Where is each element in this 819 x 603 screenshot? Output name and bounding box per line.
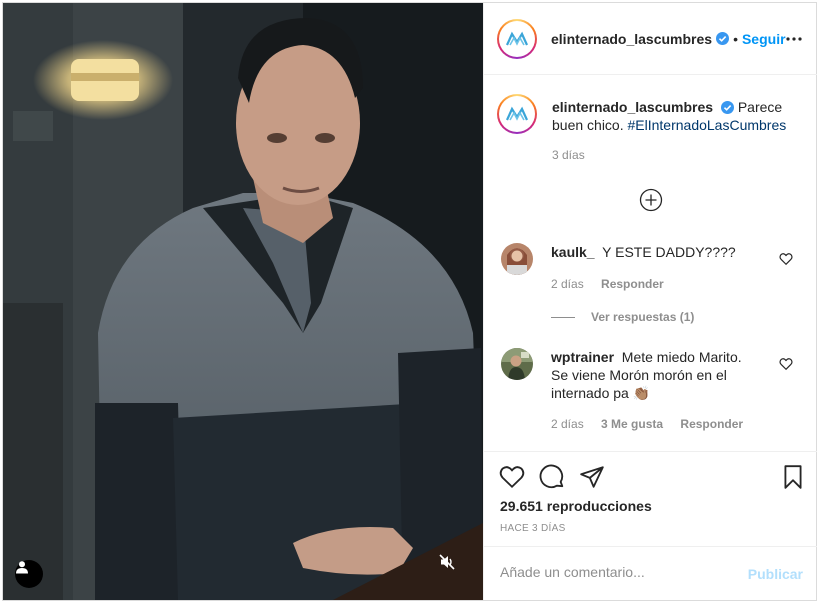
post-video[interactable] (3, 3, 483, 600)
caption-timestamp: 3 días (552, 148, 585, 162)
bookmark-icon[interactable] (780, 464, 806, 490)
clapping-emoji: 👏🏽 (632, 385, 651, 401)
user-tag-icon (16, 561, 28, 574)
publish-button[interactable]: Publicar (748, 566, 803, 582)
load-more-comments-icon[interactable] (639, 188, 663, 212)
mute-button[interactable] (439, 554, 463, 578)
add-comment-bar: Publicar (484, 546, 817, 600)
heart-icon[interactable] (499, 464, 525, 490)
more-options-icon[interactable] (785, 30, 803, 48)
caption-text: elinternado_lascumbres Parece buen chico… (552, 98, 802, 134)
comments-section[interactable]: elinternado_lascumbres Parece buen chico… (484, 76, 817, 450)
comment-text: wptrainer Mete miedo Marito. Se viene Mo… (551, 348, 761, 402)
heart-icon[interactable] (779, 357, 793, 371)
comment-username[interactable]: kaulk_ (551, 244, 595, 260)
brand-logo-icon (506, 31, 528, 46)
reply-button[interactable]: Responder (601, 277, 664, 291)
post-author-username[interactable]: elinternado_lascumbres (551, 31, 712, 47)
comment-username[interactable]: wptrainer (551, 349, 614, 365)
view-count[interactable]: 29.651 reproducciones (500, 498, 652, 514)
reply-button[interactable]: Responder (680, 417, 743, 431)
verified-badge-icon (720, 101, 734, 114)
avatar-image (501, 348, 533, 380)
commenter-avatar[interactable] (501, 348, 533, 380)
follow-button[interactable]: Seguir (742, 31, 786, 47)
post-details-panel: elinternado_lascumbres • Seguir elintern… (483, 3, 817, 600)
verified-badge-icon (716, 32, 730, 45)
avatar-image (501, 243, 533, 275)
caption-hashtag[interactable]: #ElInternadoLasCumbres (628, 117, 787, 133)
view-replies-button[interactable]: Ver respuestas (1) (551, 310, 694, 324)
video-frame-image (3, 3, 483, 600)
comment-meta: 2 días 3 Me gusta Responder (551, 417, 757, 431)
comment-body: Y ESTE DADDY???? (602, 244, 736, 260)
comment-meta: 2 días Responder (551, 277, 678, 291)
heart-icon[interactable] (779, 252, 793, 266)
instagram-post-window: elinternado_lascumbres • Seguir elintern… (2, 2, 817, 601)
action-bar: 29.651 reproducciones HACE 3 DÍAS (484, 451, 817, 547)
caption-username[interactable]: elinternado_lascumbres (552, 99, 713, 115)
comment-icon[interactable] (539, 464, 565, 490)
caption-avatar[interactable] (497, 94, 537, 134)
post-date: HACE 3 DÍAS (500, 523, 566, 534)
comment-timestamp: 2 días (551, 277, 584, 291)
comment-input[interactable] (500, 564, 730, 580)
brand-logo-icon (506, 106, 528, 121)
share-icon[interactable] (579, 464, 605, 490)
commenter-avatar[interactable] (501, 243, 533, 275)
user-tag-button[interactable] (15, 560, 43, 588)
comment-likes[interactable]: 3 Me gusta (601, 417, 663, 431)
profile-avatar[interactable] (497, 18, 537, 59)
comment-timestamp: 2 días (551, 417, 584, 431)
post-header: elinternado_lascumbres • Seguir (484, 3, 817, 75)
replies-divider (551, 316, 575, 318)
header-separator: • (733, 30, 738, 47)
view-replies-label: Ver respuestas (1) (591, 310, 695, 324)
comment-text: kaulk_ Y ESTE DADDY???? (551, 243, 761, 261)
mute-icon (439, 554, 455, 570)
